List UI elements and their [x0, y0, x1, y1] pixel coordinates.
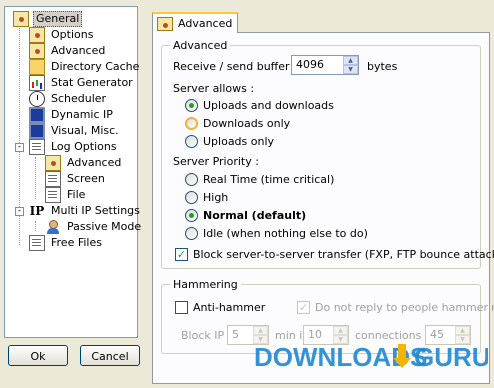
tree-item-directory-cache[interactable]: Directory Cache: [29, 59, 141, 75]
tree-item-label: Directory Cache: [51, 60, 140, 73]
watermark-logo: DOWNLOADS GURU: [254, 342, 491, 372]
radio-priority-realtime[interactable]: [185, 173, 198, 186]
tree-item-label: Multi IP Settings: [51, 204, 140, 217]
tree-item-label: File: [67, 188, 86, 201]
radio-priority-normal[interactable]: [185, 209, 198, 222]
radio-priority-idle[interactable]: [185, 227, 198, 240]
tab-advanced[interactable]: Advanced: [152, 12, 238, 33]
tree-item-label: Stat Generator: [51, 76, 133, 89]
server-priority-label: Server Priority :: [173, 155, 259, 168]
document-icon: [29, 235, 45, 251]
no-reply-checkbox[interactable]: ✓: [297, 301, 310, 314]
tree-item-stat-generator[interactable]: Stat Generator: [29, 75, 135, 91]
radio-priority-idle-label[interactable]: Idle (when nothing else to do): [203, 227, 368, 240]
network-icon: [29, 107, 45, 123]
spin-down-icon[interactable]: ▼: [343, 65, 358, 74]
options-icon: [29, 27, 45, 43]
buffer-size-stepper[interactable]: 4096 ▲ ▼: [291, 55, 359, 75]
block-fxp-checkbox[interactable]: ✓: [175, 248, 188, 261]
folder-icon: [29, 59, 45, 75]
radio-uploads-only[interactable]: [185, 135, 198, 148]
cancel-button[interactable]: Cancel: [80, 345, 140, 366]
advanced-icon: [45, 155, 61, 171]
block-ip-label: Block IP: [181, 329, 225, 342]
tree-item-advanced[interactable]: Advanced: [29, 43, 107, 59]
advanced-icon: [29, 43, 45, 59]
buffer-unit: bytes: [367, 60, 398, 73]
anti-hammer-label[interactable]: Anti-hammer: [193, 301, 265, 314]
tree-item-label: Visual, Misc.: [51, 124, 119, 137]
collapse-multi-ip-icon[interactable]: -: [15, 207, 24, 216]
tree-item-log-file[interactable]: File: [45, 187, 87, 203]
tree-item-label: Free Files: [51, 236, 102, 249]
tree-item-multi-ip-settings[interactable]: IP Multi IP Settings: [29, 203, 142, 219]
ip-icon: IP: [29, 204, 45, 218]
no-reply-label[interactable]: Do not reply to people hammering: [315, 301, 494, 314]
tree-item-label: Options: [51, 28, 94, 41]
tree-item-label: Scheduler: [51, 92, 107, 105]
block-fxp-label[interactable]: Block server-to-server transfer (FXP, FT…: [193, 248, 494, 261]
tree-item-scheduler[interactable]: Scheduler: [29, 91, 108, 107]
buffer-label: Receive / send buffer :: [173, 60, 297, 73]
spin-up-icon[interactable]: ▲: [343, 56, 358, 65]
settings-tree[interactable]: General Options Advanced Directory Cache…: [4, 6, 141, 338]
stats-icon: [29, 75, 45, 91]
radio-priority-normal-label[interactable]: Normal (default): [203, 209, 306, 222]
radio-priority-high-label[interactable]: High: [203, 191, 228, 204]
tree-item-label: Dynamic IP: [51, 108, 113, 121]
radio-downloads-only[interactable]: [185, 117, 198, 130]
tree-item-label: General: [33, 11, 83, 27]
radio-uploads-downloads-label[interactable]: Uploads and downloads: [203, 99, 334, 112]
screen-icon: [29, 123, 45, 139]
tree-item-label: Advanced: [51, 44, 106, 57]
user-icon: [45, 219, 61, 235]
settings-icon: [13, 11, 29, 27]
server-allows-label: Server allows :: [173, 82, 255, 95]
tree-item-label: Log Options: [51, 140, 117, 153]
document-icon: [45, 171, 61, 187]
radio-uploads-downloads[interactable]: [185, 99, 198, 112]
clock-icon: [29, 91, 45, 107]
tree-item-log-options[interactable]: Log Options: [29, 139, 119, 155]
tree-item-passive-mode[interactable]: Passive Mode: [45, 219, 143, 235]
tree-guide: [35, 221, 36, 231]
anti-hammer-checkbox[interactable]: [175, 301, 188, 314]
advanced-group-title: Advanced: [170, 39, 231, 52]
log-icon: [29, 139, 45, 155]
radio-downloads-only-label[interactable]: Downloads only: [203, 117, 290, 130]
tree-item-label: Screen: [67, 172, 105, 185]
radio-priority-realtime-label[interactable]: Real Time (time critical): [203, 173, 334, 186]
tree-item-log-screen[interactable]: Screen: [45, 171, 107, 187]
tree-guide: [35, 157, 36, 199]
hammering-group-title: Hammering: [170, 278, 241, 291]
buffer-size-value[interactable]: 4096: [292, 56, 343, 74]
radio-uploads-only-label[interactable]: Uploads only: [203, 135, 274, 148]
ok-button[interactable]: Ok: [8, 345, 68, 366]
radio-priority-high[interactable]: [185, 191, 198, 204]
tree-item-free-files[interactable]: Free Files: [29, 235, 104, 251]
tree-item-dynamic-ip[interactable]: Dynamic IP: [29, 107, 115, 123]
downloads-guru-watermark: DOWNLOADS GURU: [248, 332, 491, 382]
tree-item-options[interactable]: Options: [29, 27, 95, 43]
collapse-log-options-icon[interactable]: -: [15, 143, 24, 152]
advanced-icon: [157, 16, 173, 31]
tree-item-general[interactable]: General: [13, 11, 83, 27]
tree-item-visual-misc[interactable]: Visual, Misc.: [29, 123, 121, 139]
tree-item-log-advanced[interactable]: Advanced: [45, 155, 123, 171]
watermark-text-b: GURU: [414, 342, 488, 372]
tab-label: Advanced: [178, 17, 233, 30]
tree-item-label: Passive Mode: [67, 220, 142, 233]
document-icon: [45, 187, 61, 203]
tree-item-label: Advanced: [67, 156, 122, 169]
